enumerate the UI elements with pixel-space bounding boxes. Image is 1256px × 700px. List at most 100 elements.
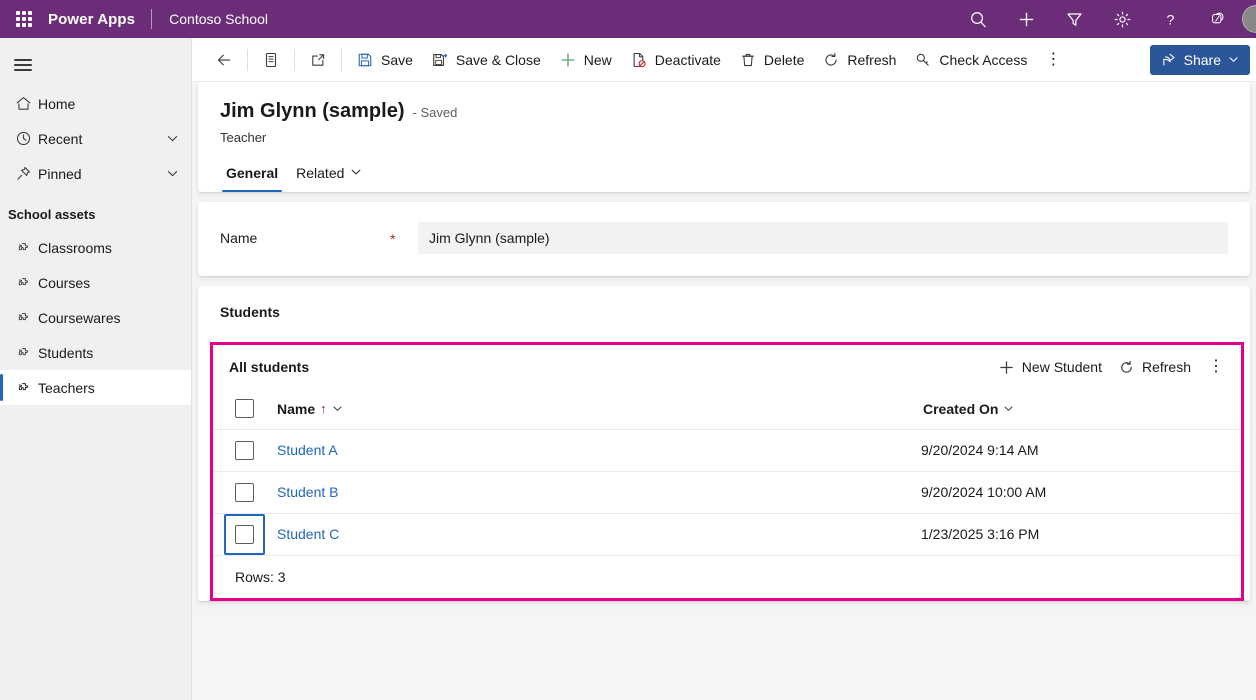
created-on-value: 9/20/2024 9:14 AM [921, 442, 1039, 458]
row-created-on-cell: 9/20/2024 10:00 AM [921, 471, 1241, 514]
record-header-card: Jim Glynn (sample) - Saved Teacher Gener… [198, 82, 1250, 192]
command-divider [341, 48, 342, 71]
entity-icon [8, 274, 38, 291]
select-all-checkbox[interactable] [235, 399, 254, 419]
top-navigation-bar: Power Apps Contoso School ? [0, 0, 1256, 38]
column-header-name-inner: Name ↑ [275, 401, 921, 417]
form-tabs: General Related [220, 159, 1228, 192]
copilot-icon[interactable] [1194, 0, 1242, 38]
tab-label: General [226, 165, 279, 181]
refresh-button[interactable]: Refresh [813, 44, 905, 76]
grid-header-row: Name ↑ Created On [213, 389, 1241, 430]
deactivate-label: Deactivate [654, 51, 721, 68]
pin-icon [8, 165, 38, 182]
new-button[interactable]: New [550, 44, 621, 76]
command-divider [294, 48, 295, 71]
select-all-cell [213, 399, 275, 419]
view-selector[interactable]: All students [229, 359, 309, 375]
sidebar-item-courses[interactable]: Courses [0, 265, 191, 300]
required-indicator: * [390, 231, 396, 247]
sidebar-item-label: Teachers [38, 379, 95, 396]
sidebar-group-title: School assets [8, 207, 96, 222]
sort-ascending-icon: ↑ [320, 401, 327, 417]
sidebar-item-home[interactable]: Home [0, 86, 191, 121]
app-launcher-button[interactable] [0, 11, 48, 27]
save-status: - Saved [412, 105, 458, 120]
row-name-cell: Student A [275, 429, 921, 472]
check-access-button[interactable]: Check Access [905, 44, 1036, 76]
sidebar-item-label: Courses [38, 274, 91, 291]
new-label: New [583, 51, 612, 68]
sidebar-item-pinned[interactable]: Pinned [0, 156, 191, 191]
share-button[interactable]: Share [1149, 44, 1250, 75]
environment-name[interactable]: Contoso School [152, 11, 268, 27]
sidebar-item-students[interactable]: Students [0, 335, 191, 370]
grid-header-row-group: Name ↑ Created On [213, 389, 1241, 430]
column-header-created-on[interactable]: Created On [921, 389, 1241, 430]
plus-icon[interactable] [1002, 0, 1050, 38]
back-button[interactable] [206, 44, 242, 76]
power-apps-window: Power Apps Contoso School ? Home Recent … [0, 0, 1256, 700]
column-header-label: Created On [923, 400, 999, 417]
command-bar: Save Save & Close New Deactivate Delete [192, 38, 1256, 82]
students-subgrid-card: Students All students New Student Refres… [198, 286, 1250, 601]
sidebar-item-label: Home [38, 95, 76, 112]
name-field-card: Name * Jim Glynn (sample) [198, 202, 1250, 276]
table-row[interactable]: Student C 1/23/2025 3:16 PM [213, 513, 1241, 556]
help-icon[interactable]: ? [1146, 0, 1194, 38]
sidebar-item-label: Classrooms [38, 239, 112, 256]
form-selector-button[interactable] [253, 44, 289, 76]
entity-icon [8, 379, 38, 396]
gear-icon[interactable] [1098, 0, 1146, 38]
subgrid-refresh-button[interactable]: Refresh [1110, 352, 1199, 382]
chevron-down-icon[interactable] [161, 167, 183, 180]
record-title-row: Jim Glynn (sample) - Saved [220, 100, 1228, 123]
chevron-down-icon[interactable] [332, 401, 343, 417]
new-student-button[interactable]: New Student [990, 352, 1110, 382]
subgrid-overflow-button[interactable]: ⋮ [1199, 359, 1233, 375]
delete-button[interactable]: Delete [730, 44, 813, 76]
column-header-label: Name [277, 400, 316, 417]
row-checkbox[interactable] [235, 524, 254, 544]
command-overflow-button[interactable]: ⋮ [1036, 44, 1070, 76]
svg-text:?: ? [1166, 12, 1174, 28]
row-created-on-cell: 9/20/2024 9:14 AM [921, 429, 1241, 472]
user-avatar[interactable] [1242, 5, 1256, 33]
name-field-label: Name [220, 230, 258, 246]
sidebar-item-coursewares[interactable]: Coursewares [0, 300, 191, 335]
name-input[interactable]: Jim Glynn (sample) [418, 222, 1228, 254]
student-link[interactable]: Student B [275, 484, 339, 500]
main-content: Save Save & Close New Deactivate Delete [192, 38, 1256, 700]
deactivate-button[interactable]: Deactivate [621, 44, 730, 76]
created-on-value: 1/23/2025 3:16 PM [921, 526, 1040, 542]
sidebar-item-classrooms[interactable]: Classrooms [0, 230, 191, 265]
popout-button[interactable] [300, 44, 336, 76]
filter-icon[interactable] [1050, 0, 1098, 38]
brand-title[interactable]: Power Apps [48, 11, 151, 28]
column-header-name[interactable]: Name ↑ [275, 389, 921, 430]
sidebar-item-label: Students [38, 344, 94, 361]
sidebar-item-recent[interactable]: Recent [0, 121, 191, 156]
row-checkbox[interactable] [235, 440, 254, 460]
tab-related[interactable]: Related [290, 159, 368, 192]
row-name-cell: Student C [275, 513, 921, 556]
sidebar-collapse-button[interactable] [0, 44, 191, 86]
save-button[interactable]: Save [347, 44, 422, 76]
table-row[interactable]: Student A 9/20/2024 9:14 AM [213, 429, 1241, 472]
chevron-down-icon[interactable] [1003, 401, 1014, 417]
chevron-down-icon[interactable] [161, 132, 183, 145]
share-label: Share [1183, 51, 1221, 68]
row-checkbox[interactable] [235, 482, 254, 502]
student-link[interactable]: Student A [275, 442, 338, 458]
tab-general[interactable]: General [220, 159, 284, 192]
sitemap-sidebar: Home Recent Pinned School assets Classro… [0, 38, 192, 700]
refresh-label: Refresh [847, 51, 897, 68]
row-select-cell [213, 471, 275, 514]
sidebar-item-teachers[interactable]: Teachers [0, 370, 191, 405]
student-link[interactable]: Student C [275, 526, 339, 542]
row-checkbox-wrapper [213, 482, 275, 502]
save-and-close-button[interactable]: Save & Close [422, 44, 550, 76]
tab-label: Related [296, 165, 345, 181]
search-icon[interactable] [954, 0, 1002, 38]
table-row[interactable]: Student B 9/20/2024 10:00 AM [213, 471, 1241, 514]
